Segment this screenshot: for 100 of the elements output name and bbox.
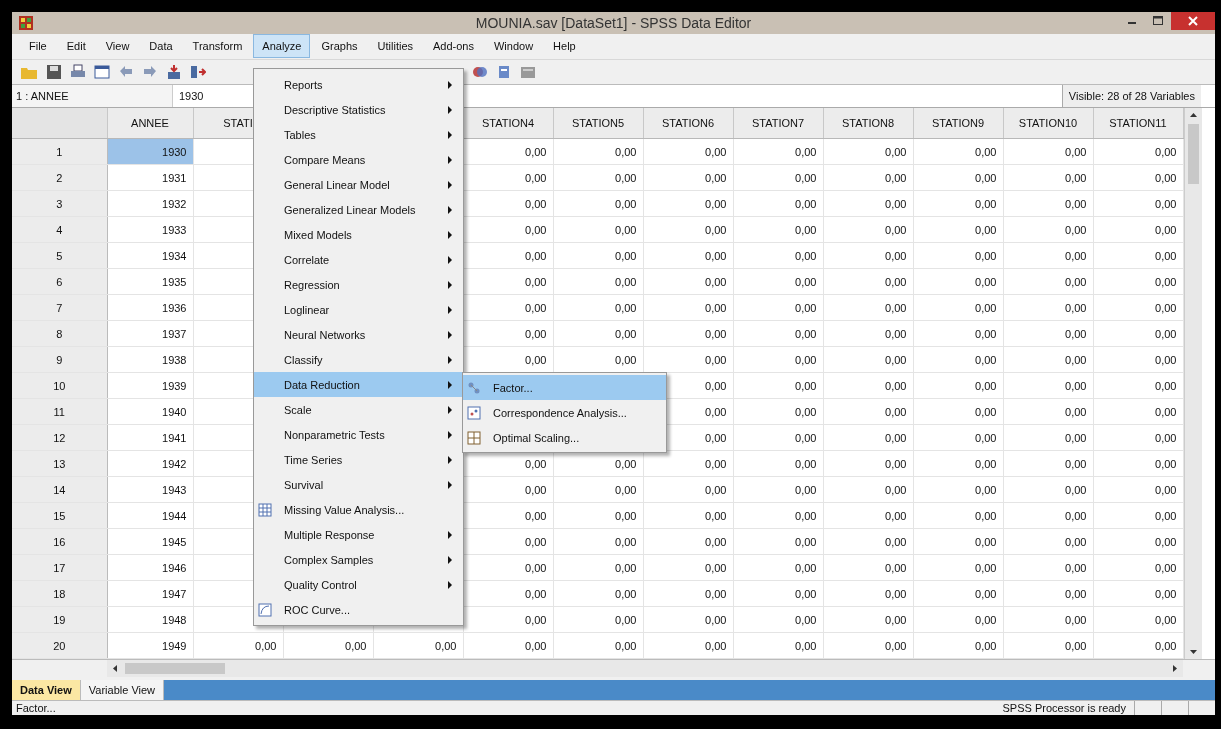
table-cell[interactable]: 0,00 <box>553 320 643 347</box>
print-icon[interactable] <box>70 63 86 80</box>
table-cell[interactable]: 0,00 <box>913 190 1003 217</box>
table-cell[interactable]: 0,00 <box>823 190 913 217</box>
table-cell[interactable]: 0,00 <box>913 242 1003 269</box>
menu-item[interactable]: Utilities <box>368 34 422 59</box>
table-cell[interactable]: 0,00 <box>193 632 283 659</box>
menu-item[interactable]: Window <box>485 34 543 59</box>
table-cell[interactable]: 0,00 <box>553 528 643 555</box>
column-header[interactable]: STATION11 <box>1093 108 1183 139</box>
table-cell[interactable]: 0,00 <box>733 476 823 503</box>
table-cell[interactable]: 0,00 <box>1003 216 1093 243</box>
column-header[interactable]: ANNEE <box>107 108 193 139</box>
table-cell[interactable]: 0,00 <box>553 606 643 633</box>
table-cell[interactable]: 0,00 <box>913 528 1003 555</box>
menu-item[interactable]: Time Series <box>254 447 463 472</box>
table-cell[interactable]: 0,00 <box>643 580 733 607</box>
table-cell[interactable]: 0,00 <box>643 164 733 191</box>
table-cell[interactable]: 0,00 <box>553 294 643 321</box>
table-cell[interactable]: 0,00 <box>283 632 373 659</box>
table-cell[interactable]: 0,00 <box>823 632 913 659</box>
table-cell[interactable]: 0,00 <box>1093 398 1183 425</box>
column-header[interactable]: STATION9 <box>913 108 1003 139</box>
goto-variable-icon[interactable] <box>190 63 206 80</box>
menu-item[interactable]: File <box>20 34 56 59</box>
table-cell[interactable]: 0,00 <box>823 502 913 529</box>
table-cell[interactable]: 0,00 <box>553 164 643 191</box>
table-cell[interactable]: 0,00 <box>733 398 823 425</box>
table-cell[interactable]: 0,00 <box>913 424 1003 451</box>
column-header[interactable]: STATION6 <box>643 108 733 139</box>
table-cell[interactable]: 0,00 <box>823 138 913 165</box>
table-cell[interactable]: 0,00 <box>913 138 1003 165</box>
table-cell[interactable]: 0,00 <box>373 632 463 659</box>
table-cell[interactable]: 0,00 <box>1093 268 1183 295</box>
menu-item[interactable]: Survival <box>254 472 463 497</box>
table-cell[interactable]: 0,00 <box>643 554 733 581</box>
table-cell[interactable]: 0,00 <box>823 606 913 633</box>
table-cell[interactable]: 0,00 <box>913 476 1003 503</box>
table-cell[interactable]: 0,00 <box>1093 528 1183 555</box>
table-cell[interactable]: 0,00 <box>823 424 913 451</box>
table-cell[interactable]: 0,00 <box>823 346 913 373</box>
table-cell[interactable]: 0,00 <box>1003 164 1093 191</box>
table-cell[interactable]: 0,00 <box>1093 190 1183 217</box>
row-number[interactable]: 15 <box>12 502 107 529</box>
table-cell[interactable]: 0,00 <box>1003 476 1093 503</box>
table-cell[interactable]: 0,00 <box>1093 632 1183 659</box>
table-cell[interactable]: 0,00 <box>1003 138 1093 165</box>
table-cell[interactable]: 0,00 <box>733 606 823 633</box>
menu-item[interactable]: Loglinear <box>254 297 463 322</box>
table-cell[interactable]: 0,00 <box>913 268 1003 295</box>
goto-case-icon[interactable] <box>166 63 182 80</box>
menu-item[interactable]: Transform <box>183 34 252 59</box>
table-cell[interactable]: 0,00 <box>1093 580 1183 607</box>
menu-item[interactable]: ROC Curve... <box>254 597 463 622</box>
table-cell[interactable]: 0,00 <box>913 632 1003 659</box>
table-cell[interactable]: 1937 <box>107 320 193 347</box>
table-cell[interactable]: 0,00 <box>913 164 1003 191</box>
table-cell[interactable]: 0,00 <box>733 268 823 295</box>
menu-item[interactable]: Reports <box>254 72 463 97</box>
table-cell[interactable]: 0,00 <box>643 138 733 165</box>
column-header[interactable]: STATION10 <box>1003 108 1093 139</box>
row-number[interactable]: 7 <box>12 294 107 321</box>
table-cell[interactable]: 0,00 <box>1093 320 1183 347</box>
column-header[interactable]: STATION5 <box>553 108 643 139</box>
row-number[interactable]: 9 <box>12 346 107 373</box>
table-cell[interactable]: 0,00 <box>553 190 643 217</box>
table-cell[interactable]: 0,00 <box>1093 476 1183 503</box>
table-cell[interactable]: 0,00 <box>823 580 913 607</box>
table-cell[interactable]: 0,00 <box>823 450 913 477</box>
row-number[interactable]: 10 <box>12 372 107 399</box>
table-cell[interactable]: 0,00 <box>643 502 733 529</box>
row-number[interactable]: 3 <box>12 190 107 217</box>
table-cell[interactable]: 0,00 <box>733 554 823 581</box>
table-cell[interactable]: 0,00 <box>643 632 733 659</box>
menu-item[interactable]: Regression <box>254 272 463 297</box>
table-cell[interactable]: 0,00 <box>553 216 643 243</box>
column-header[interactable]: STATION4 <box>463 108 553 139</box>
table-cell[interactable]: 0,00 <box>823 242 913 269</box>
table-cell[interactable]: 0,00 <box>1093 424 1183 451</box>
table-cell[interactable]: 1946 <box>107 554 193 581</box>
cell-value-field[interactable]: 1930 <box>173 85 245 107</box>
table-cell[interactable]: 0,00 <box>643 476 733 503</box>
table-cell[interactable]: 0,00 <box>823 216 913 243</box>
menu-item[interactable]: Multiple Response <box>254 522 463 547</box>
table-cell[interactable]: 1932 <box>107 190 193 217</box>
table-cell[interactable]: 0,00 <box>1003 320 1093 347</box>
table-cell[interactable]: 1944 <box>107 502 193 529</box>
table-cell[interactable]: 0,00 <box>733 294 823 321</box>
table-cell[interactable]: 0,00 <box>733 424 823 451</box>
menu-item[interactable]: Correlate <box>254 247 463 272</box>
table-cell[interactable]: 0,00 <box>1003 242 1093 269</box>
row-number[interactable]: 20 <box>12 632 107 659</box>
menu-item[interactable]: Data <box>140 34 182 59</box>
labels-icon[interactable] <box>496 63 512 80</box>
table-cell[interactable]: 1943 <box>107 476 193 503</box>
table-cell[interactable]: 0,00 <box>553 138 643 165</box>
row-number[interactable]: 12 <box>12 424 107 451</box>
save-icon[interactable] <box>46 63 62 80</box>
table-cell[interactable]: 0,00 <box>733 372 823 399</box>
row-number[interactable]: 18 <box>12 580 107 607</box>
